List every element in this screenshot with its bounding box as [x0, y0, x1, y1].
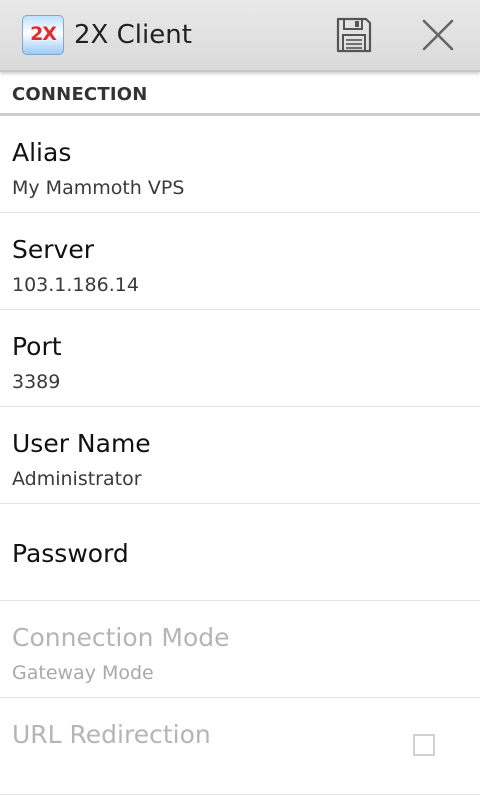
pref-connection-mode: Connection Mode Gateway Mode: [0, 601, 480, 698]
pref-username-value: Administrator: [12, 468, 142, 490]
url-redirection-checkbox[interactable]: [413, 734, 435, 756]
pref-url-redirection: URL Redirection: [0, 698, 480, 795]
pref-username[interactable]: User Name Administrator: [0, 407, 480, 504]
pref-port-value: 3389: [12, 371, 61, 393]
pref-password-title: Password: [12, 539, 129, 568]
pref-connection-mode-title: Connection Mode: [12, 623, 230, 652]
close-button[interactable]: [413, 12, 463, 58]
pref-port-title: Port: [12, 332, 62, 361]
pref-server[interactable]: Server 103.1.186.14: [0, 213, 480, 310]
pref-alias[interactable]: Alias My Mammoth VPS: [0, 116, 480, 213]
pref-url-redirection-title: URL Redirection: [12, 720, 211, 749]
pref-password[interactable]: Password: [0, 504, 480, 601]
pref-connection-mode-value: Gateway Mode: [12, 662, 154, 684]
preferences-list: CONNECTION Alias My Mammoth VPS Server 1…: [0, 72, 480, 795]
pref-server-value: 103.1.186.14: [12, 274, 139, 296]
app-title: 2X Client: [74, 20, 192, 50]
close-icon: [422, 19, 454, 51]
pref-port[interactable]: Port 3389: [0, 310, 480, 407]
section-header-connection: CONNECTION: [0, 72, 480, 116]
pref-username-title: User Name: [12, 429, 151, 458]
app-logo-text: 2X: [30, 23, 57, 45]
app-logo-icon: 2X: [22, 15, 64, 55]
save-icon: [336, 17, 372, 53]
action-bar: 2X 2X Client: [0, 0, 480, 72]
save-button[interactable]: [329, 12, 379, 58]
pref-alias-value: My Mammoth VPS: [12, 177, 185, 199]
pref-server-title: Server: [12, 235, 94, 264]
pref-alias-title: Alias: [12, 138, 72, 167]
